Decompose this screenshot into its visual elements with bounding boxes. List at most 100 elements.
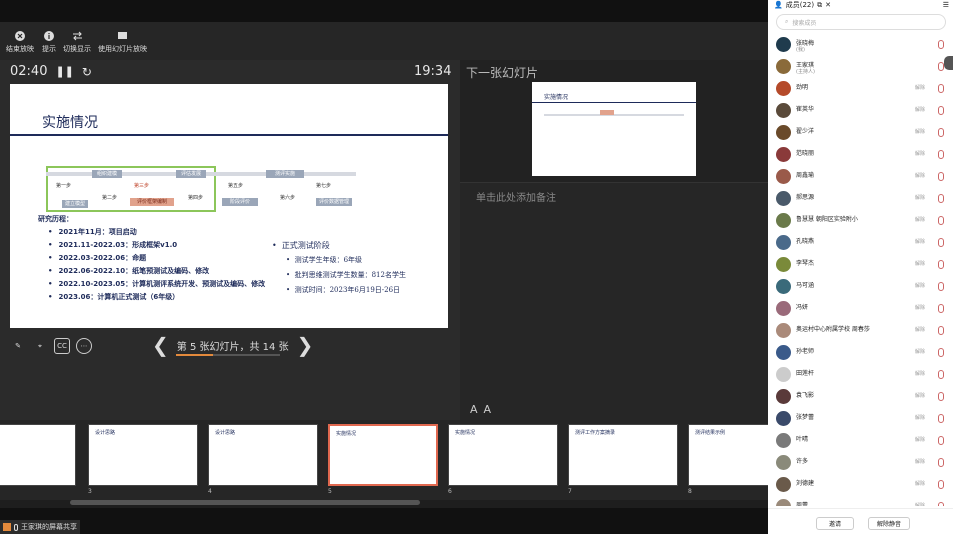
unmute-label[interactable]: 解除 — [915, 480, 925, 487]
member-row[interactable]: 奥运村中心附属学校 周春莎 解除 — [768, 320, 953, 342]
members-icon: 👤 — [774, 1, 783, 9]
more-icon[interactable]: ⋯ — [76, 338, 92, 354]
unmute-label[interactable]: 解除 — [915, 216, 925, 223]
unmute-label[interactable]: 解除 — [915, 128, 925, 135]
microphone-muted-icon[interactable] — [938, 106, 944, 115]
microphone-muted-icon[interactable] — [938, 128, 944, 137]
member-row[interactable]: 叶晴 解除 — [768, 430, 953, 452]
unmute-label[interactable]: 解除 — [915, 304, 925, 311]
timeline-step: 第二步 — [102, 195, 118, 201]
unmute-label[interactable]: 解除 — [915, 326, 925, 333]
member-name: 鲁慧慧 朝阳区实验附小 — [796, 216, 858, 223]
next-slide-icon[interactable]: ❯ — [297, 335, 314, 355]
microphone-muted-icon[interactable] — [938, 260, 944, 269]
microphone-muted-icon[interactable] — [938, 502, 944, 506]
member-row[interactable]: 孙老师 解除 — [768, 342, 953, 364]
microphone-muted-icon[interactable] — [938, 238, 944, 247]
member-row[interactable]: 范晓丽 解除 — [768, 144, 953, 166]
menu-icon[interactable]: ☰ — [943, 1, 949, 9]
microphone-muted-icon[interactable] — [938, 480, 944, 489]
unmute-label[interactable]: 解除 — [915, 370, 925, 377]
microphone-muted-icon[interactable] — [938, 370, 944, 379]
member-row[interactable]: 孔晓燕 解除 — [768, 232, 953, 254]
invite-button[interactable]: 邀请 — [816, 517, 854, 530]
microphone-muted-icon[interactable] — [938, 304, 944, 313]
microphone-muted-icon[interactable] — [938, 84, 944, 93]
previous-slide-icon[interactable]: ❮ — [152, 335, 169, 355]
unmute-label[interactable]: 解除 — [915, 194, 925, 201]
close-icon[interactable]: ✕ — [825, 1, 831, 9]
member-row[interactable]: 周鑫瑜 解除 — [768, 166, 953, 188]
microphone-muted-icon[interactable] — [938, 458, 944, 467]
microphone-muted-icon[interactable] — [938, 172, 944, 181]
unmute-label[interactable]: 解除 — [915, 348, 925, 355]
microphone-muted-icon[interactable] — [938, 216, 944, 225]
microphone-muted-icon[interactable] — [938, 348, 944, 357]
member-row[interactable]: 鲁慧慧 朝阳区实验附小 解除 — [768, 210, 953, 232]
unmute-label[interactable]: 解除 — [915, 414, 925, 421]
member-row[interactable]: 王家琪 (主持人) — [768, 56, 953, 78]
microphone-muted-icon[interactable] — [938, 326, 944, 335]
slide-thumbnail[interactable]: 测评工作方案摘录 — [568, 424, 678, 486]
pointer-icon[interactable]: ⌖ — [32, 338, 48, 354]
use-slideshow-button[interactable]: 使用幻灯片放映 — [98, 30, 147, 54]
member-row[interactable]: 崔英华 解除 — [768, 100, 953, 122]
unmute-label[interactable]: 解除 — [915, 392, 925, 399]
unmute-label[interactable]: 解除 — [915, 84, 925, 91]
member-row[interactable]: 周蕾 解除 — [768, 496, 953, 506]
unmute-label[interactable]: 解除 — [915, 436, 925, 443]
notes-pane[interactable]: 单击此处添加备注 A A — [460, 182, 768, 420]
member-row[interactable]: 田莲杆 解除 — [768, 364, 953, 386]
unmute-label[interactable]: 解除 — [915, 502, 925, 506]
microphone-muted-icon[interactable] — [938, 392, 944, 401]
slide-title-rule — [10, 134, 448, 136]
slide-thumbnail[interactable] — [0, 424, 76, 486]
unmute-all-button[interactable]: 解除静音 — [868, 517, 910, 530]
hint-button[interactable]: 提示 — [42, 30, 56, 54]
unmute-label[interactable]: 解除 — [915, 238, 925, 245]
pause-icon[interactable]: ❚❚ — [55, 65, 73, 78]
next-slide-preview[interactable]: 实施情况 — [532, 82, 696, 176]
font-increase-icon[interactable]: A — [470, 403, 478, 416]
unmute-label[interactable]: 解除 — [915, 458, 925, 465]
pen-icon[interactable]: ✎ — [10, 338, 26, 354]
microphone-muted-icon[interactable] — [938, 194, 944, 203]
member-row[interactable]: 刘德建 解除 — [768, 474, 953, 496]
microphone-muted-icon[interactable] — [938, 436, 944, 445]
collapse-panel-handle[interactable] — [944, 56, 953, 70]
member-row[interactable]: 冯妍 解除 — [768, 298, 953, 320]
slide-thumbnail[interactable]: 设计思路 — [208, 424, 318, 486]
member-row[interactable]: 李琴杰 解除 — [768, 254, 953, 276]
slide-thumbnail[interactable]: 设计思路 — [88, 424, 198, 486]
popout-icon[interactable]: ⧉ — [817, 1, 822, 10]
member-row[interactable]: 马可涵 解除 — [768, 276, 953, 298]
member-row[interactable]: 袁飞影 解除 — [768, 386, 953, 408]
screen-share-indicator[interactable]: 王家琪的屏幕共享 — [0, 520, 80, 534]
microphone-muted-icon[interactable] — [938, 40, 944, 49]
member-row[interactable]: 劲明 解除 — [768, 78, 953, 100]
microphone-muted-icon[interactable] — [938, 282, 944, 291]
restart-icon[interactable]: ↻ — [82, 65, 92, 79]
unmute-label[interactable]: 解除 — [915, 150, 925, 157]
thumbnail-strip: 设计思路 设计思路 实施情况 实施情况 测评工作方案摘录 测评结果示例 3 4 … — [0, 420, 798, 500]
member-search-input[interactable]: ⌕ 搜索成员 — [776, 14, 946, 30]
member-row[interactable]: 郝思源 解除 — [768, 188, 953, 210]
thumbnail-scrollbar[interactable] — [70, 500, 420, 505]
microphone-muted-icon[interactable] — [938, 414, 944, 423]
slide-thumbnail-selected[interactable]: 实施情况 — [328, 424, 438, 486]
subtitles-icon[interactable]: CC — [54, 338, 70, 354]
slide-thumbnail[interactable]: 实施情况 — [448, 424, 558, 486]
member-row[interactable]: 许多 解除 — [768, 452, 953, 474]
member-row[interactable]: 张晓梅 (我) — [768, 34, 953, 56]
member-row[interactable]: 翟少洋 解除 — [768, 122, 953, 144]
unmute-label[interactable]: 解除 — [915, 260, 925, 267]
switch-display-button[interactable]: 切换显示 — [63, 30, 91, 54]
unmute-label[interactable]: 解除 — [915, 172, 925, 179]
microphone-muted-icon[interactable] — [938, 150, 944, 159]
font-decrease-icon[interactable]: A — [484, 403, 492, 416]
unmute-label[interactable]: 解除 — [915, 282, 925, 289]
end-show-button[interactable]: 结束放映 — [6, 30, 34, 54]
member-row[interactable]: 张梦蕾 解除 — [768, 408, 953, 430]
formal-title-row: • 正式测试阶段 — [272, 241, 330, 250]
unmute-label[interactable]: 解除 — [915, 106, 925, 113]
